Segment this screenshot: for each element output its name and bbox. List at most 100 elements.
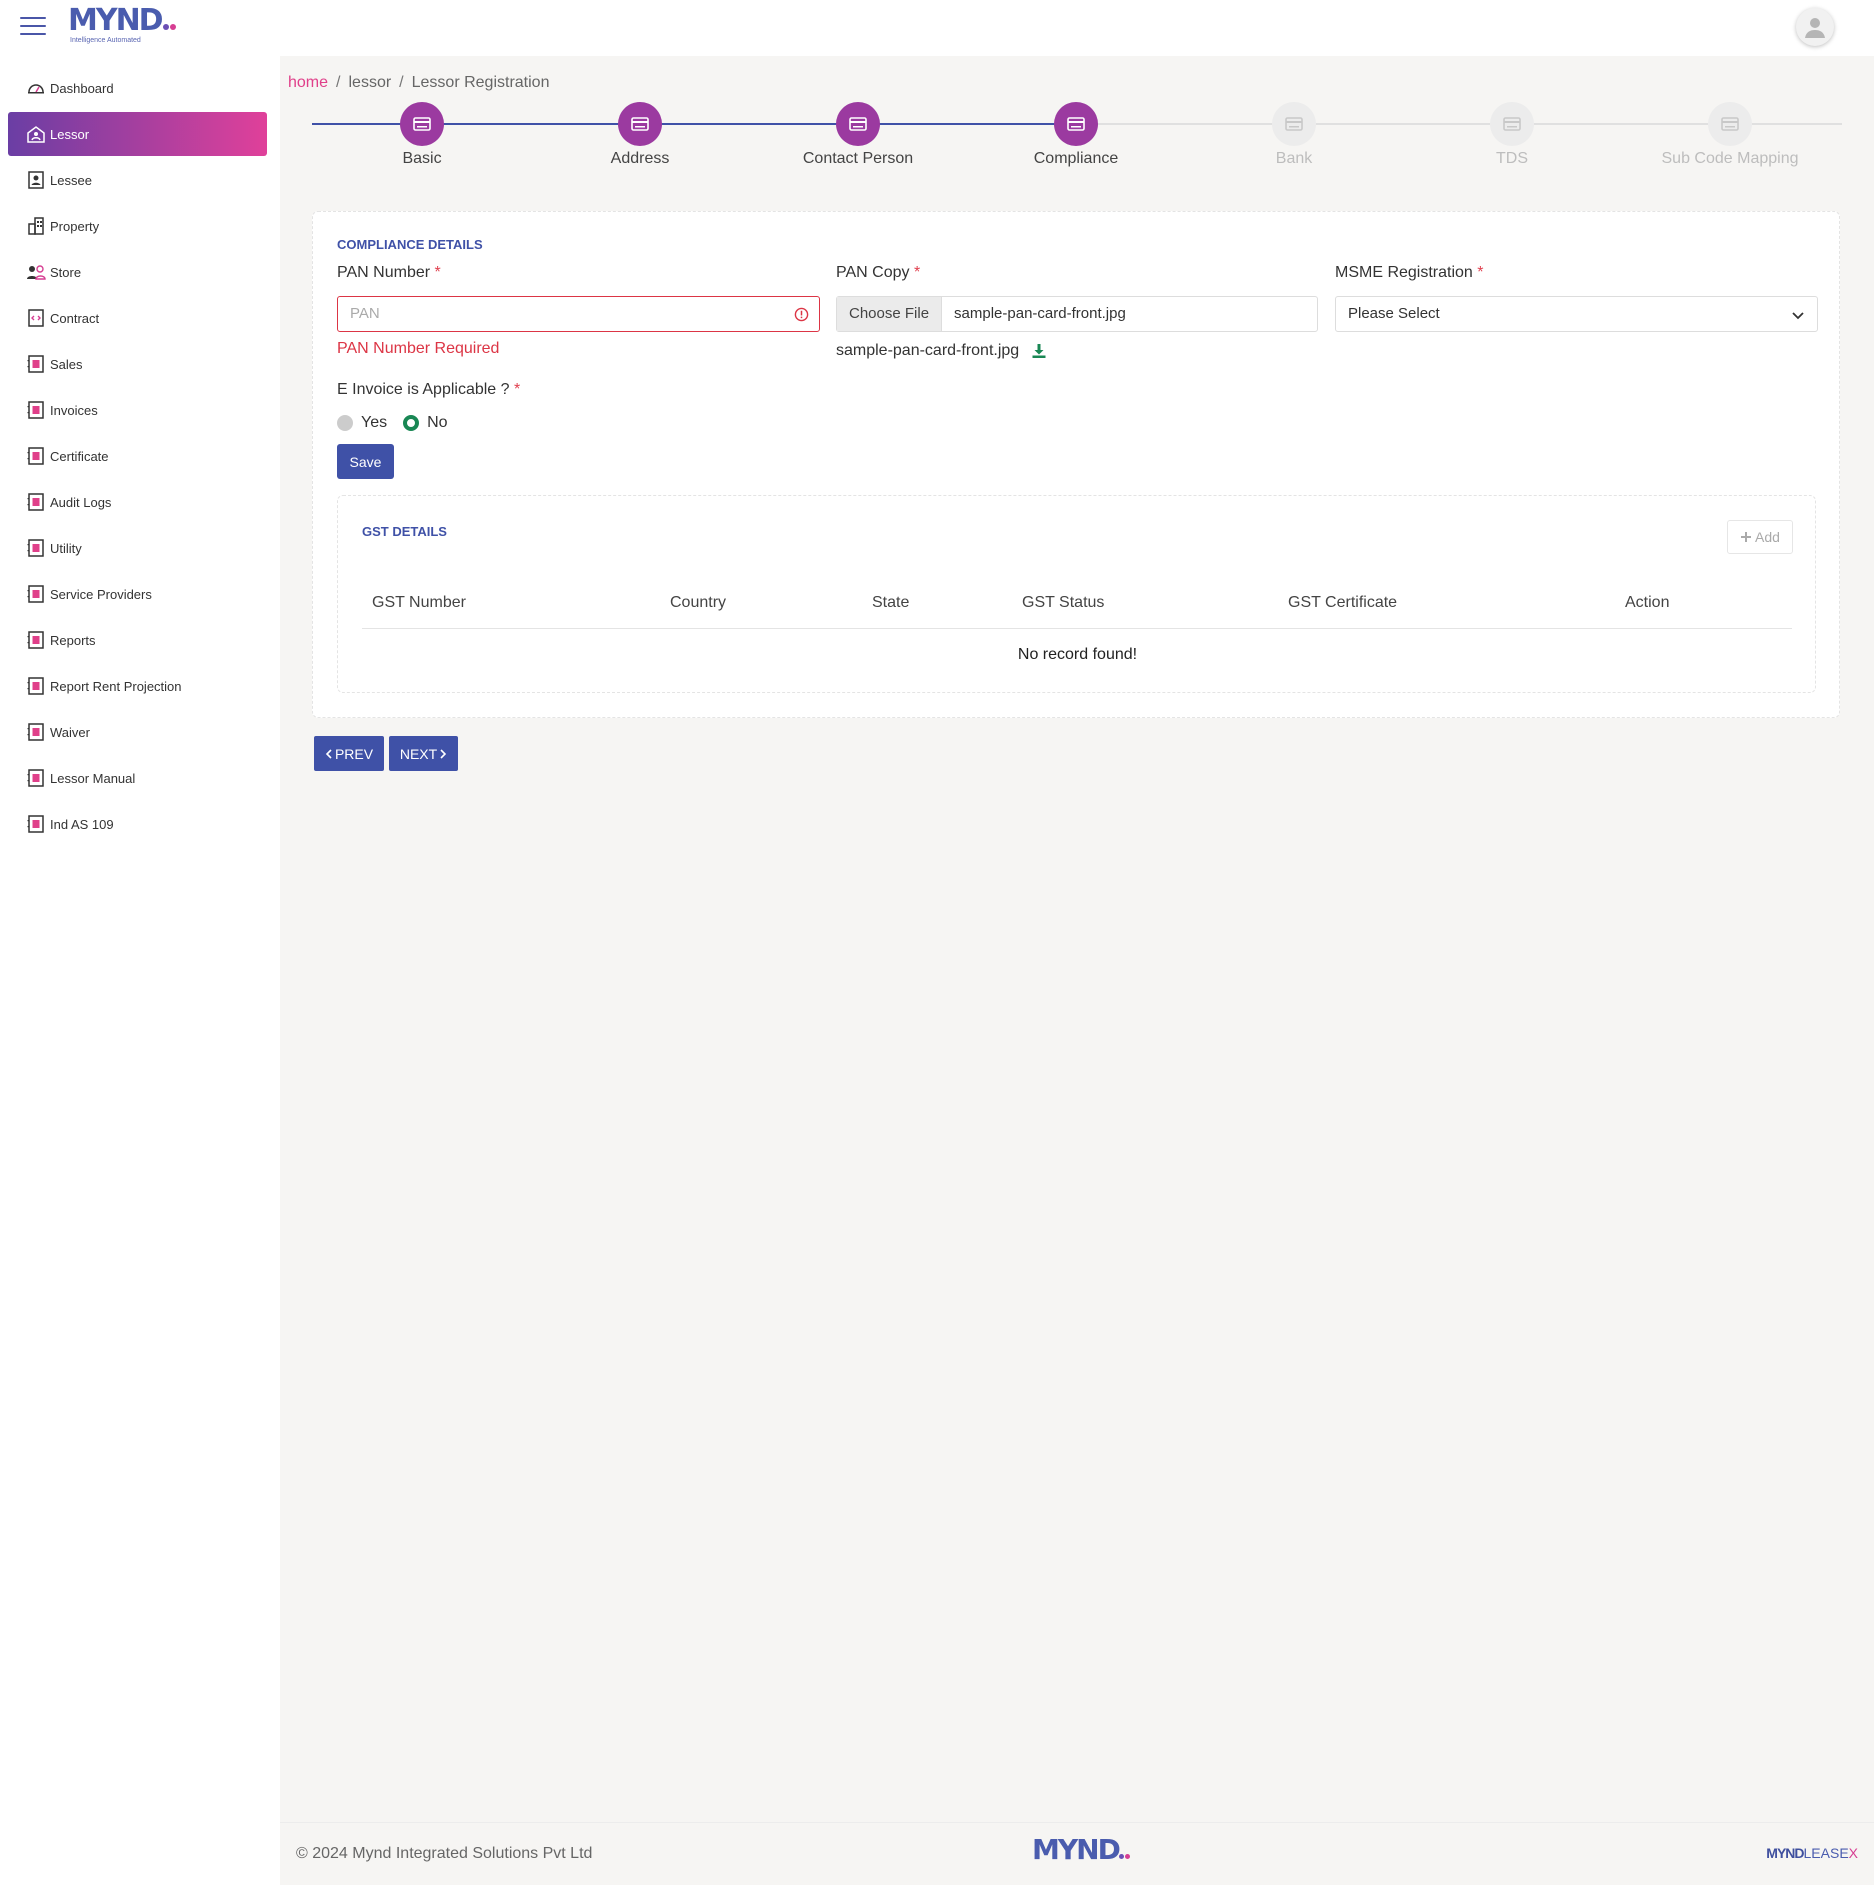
step-label: Bank [1275,150,1313,167]
col-action: Action [1625,594,1670,611]
doc-icon [26,768,46,788]
doc-icon [26,722,46,742]
sidebar-item-service-providers[interactable]: Service Providers [8,572,267,616]
card-icon [400,102,444,146]
choose-file-button[interactable]: Choose File [837,297,943,331]
sidebar-item-label: Reports [50,632,96,648]
user-icon [1805,18,1825,38]
doc-icon [26,630,46,650]
pan-copy-label: PAN Copy * [836,264,921,281]
lessee-icon [26,170,46,190]
doc-icon [26,584,46,604]
step-label: Compliance [1033,150,1119,167]
user-avatar[interactable] [1796,8,1834,46]
prev-button[interactable]: PREV [314,736,384,771]
brand-logo[interactable]: MYND Intelligence Automated [68,6,176,50]
step-label: Address [610,150,670,167]
einvoice-yes-label: Yes [361,414,388,431]
chevron-left-icon [325,748,332,759]
sidebar-item-dashboard[interactable]: Dashboard [8,66,267,110]
step-compliance[interactable]: Compliance [976,102,1176,168]
einvoice-no-radio[interactable] [403,415,420,431]
sidebar-item-invoices[interactable]: Invoices [8,388,267,432]
col-state: State [872,594,910,611]
col-gst-certificate: GST Certificate [1288,594,1398,611]
step-bank[interactable]: Bank [1194,102,1394,168]
breadcrumb-home[interactable]: home [288,74,328,91]
table-header-divider [362,628,1792,629]
step-basic[interactable]: Basic [322,102,522,168]
save-button[interactable]: Save [337,444,394,479]
sidebar-item-label: Lessor Manual [50,770,136,786]
sidebar-item-utility[interactable]: Utility [8,526,267,570]
breadcrumb: home / lessor / Lessor Registration [288,74,550,91]
uploaded-file: sample-pan-card-front.jpg [836,342,1047,360]
msme-label: MSME Registration * [1335,264,1484,281]
pan-copy-file-input[interactable]: Choose File sample-pan-card-front.jpg [836,296,1318,332]
logo-tagline: Intelligence Automated [70,37,141,44]
breadcrumb-current: Lessor Registration [411,74,550,91]
step-address[interactable]: Address [540,102,740,168]
card-icon [836,102,880,146]
dashboard-icon [26,78,46,98]
sidebar-item-waiver[interactable]: Waiver [8,710,267,754]
msme-selected-value: Please Select [1348,305,1440,322]
users-icon [26,262,46,282]
pan-number-label: PAN Number * [337,264,441,281]
sidebar-item-label: Ind AS 109 [50,816,114,832]
sidebar-item-label: Service Providers [50,586,152,602]
step-tds[interactable]: TDS [1412,102,1612,168]
card-icon [1054,102,1098,146]
doc-icon [26,538,46,558]
footer-logo: MYND [1032,1836,1130,1864]
sidebar-item-label: Report Rent Projection [50,678,182,694]
sidebar-item-label: Sales [50,356,83,372]
next-label: NEXT [399,745,438,762]
sidebar-item-property[interactable]: Property [8,204,267,248]
sidebar-item-label: Dashboard [50,80,114,96]
contract-icon [26,308,46,328]
card-icon [1490,102,1534,146]
sidebar-item-label: Store [50,264,82,280]
sidebar-item-audit-logs[interactable]: Audit Logs [8,480,267,524]
sidebar-item-certificate[interactable]: Certificate [8,434,267,478]
download-icon[interactable] [1031,343,1047,359]
einvoice-yes-radio[interactable] [337,415,353,431]
msme-select[interactable]: Please Select [1335,296,1818,332]
footer: © 2024 Mynd Integrated Solutions Pvt Ltd… [280,1822,1874,1885]
pan-error-message: PAN Number Required [337,340,500,357]
step-sub-code-mapping[interactable]: Sub Code Mapping [1630,102,1830,168]
sidebar-item-reports[interactable]: Reports [8,618,267,662]
sidebar-item-sales[interactable]: Sales [8,342,267,386]
sidebar-item-lessor-manual[interactable]: Lessor Manual [8,756,267,800]
sidebar-item-label: Waiver [50,724,90,740]
col-gst-status: GST Status [1022,594,1105,611]
step-label: Sub Code Mapping [1661,150,1799,167]
menu-toggle-icon[interactable] [20,17,46,37]
sidebar-item-contract[interactable]: Contract [8,296,267,340]
prev-label: PREV [334,745,374,762]
step-contact-person[interactable]: Contact Person [758,102,958,168]
step-label: Basic [402,150,442,167]
logo-text: MYND [68,3,164,38]
add-gst-button[interactable]: Add [1727,520,1793,554]
plus-icon [1741,532,1752,542]
add-gst-label: Add [1755,529,1780,545]
doc-icon [26,814,46,834]
sidebar-item-label: Invoices [50,402,98,418]
card-icon [618,102,662,146]
gst-title: GST DETAILS [362,524,447,539]
einvoice-radio-group: Yes No [337,414,448,432]
step-label: Contact Person [802,150,914,167]
sidebar-item-store[interactable]: Store [8,250,267,294]
pan-placeholder: PAN [350,305,380,322]
next-button[interactable]: NEXT [389,736,458,771]
chevron-right-icon [440,748,447,759]
sidebar: Dashboard Lessor Lessee Property Store Contra… [0,56,280,1885]
sidebar-item-lessee[interactable]: Lessee [8,158,267,202]
sidebar-item-report-rent-projection[interactable]: Report Rent Projection [8,664,267,708]
pan-number-input[interactable]: PAN [337,296,820,332]
breadcrumb-section[interactable]: lessor [348,74,391,91]
sidebar-item-ind-as-109[interactable]: Ind AS 109 [8,802,267,846]
sidebar-item-lessor[interactable]: Lessor [8,112,267,156]
